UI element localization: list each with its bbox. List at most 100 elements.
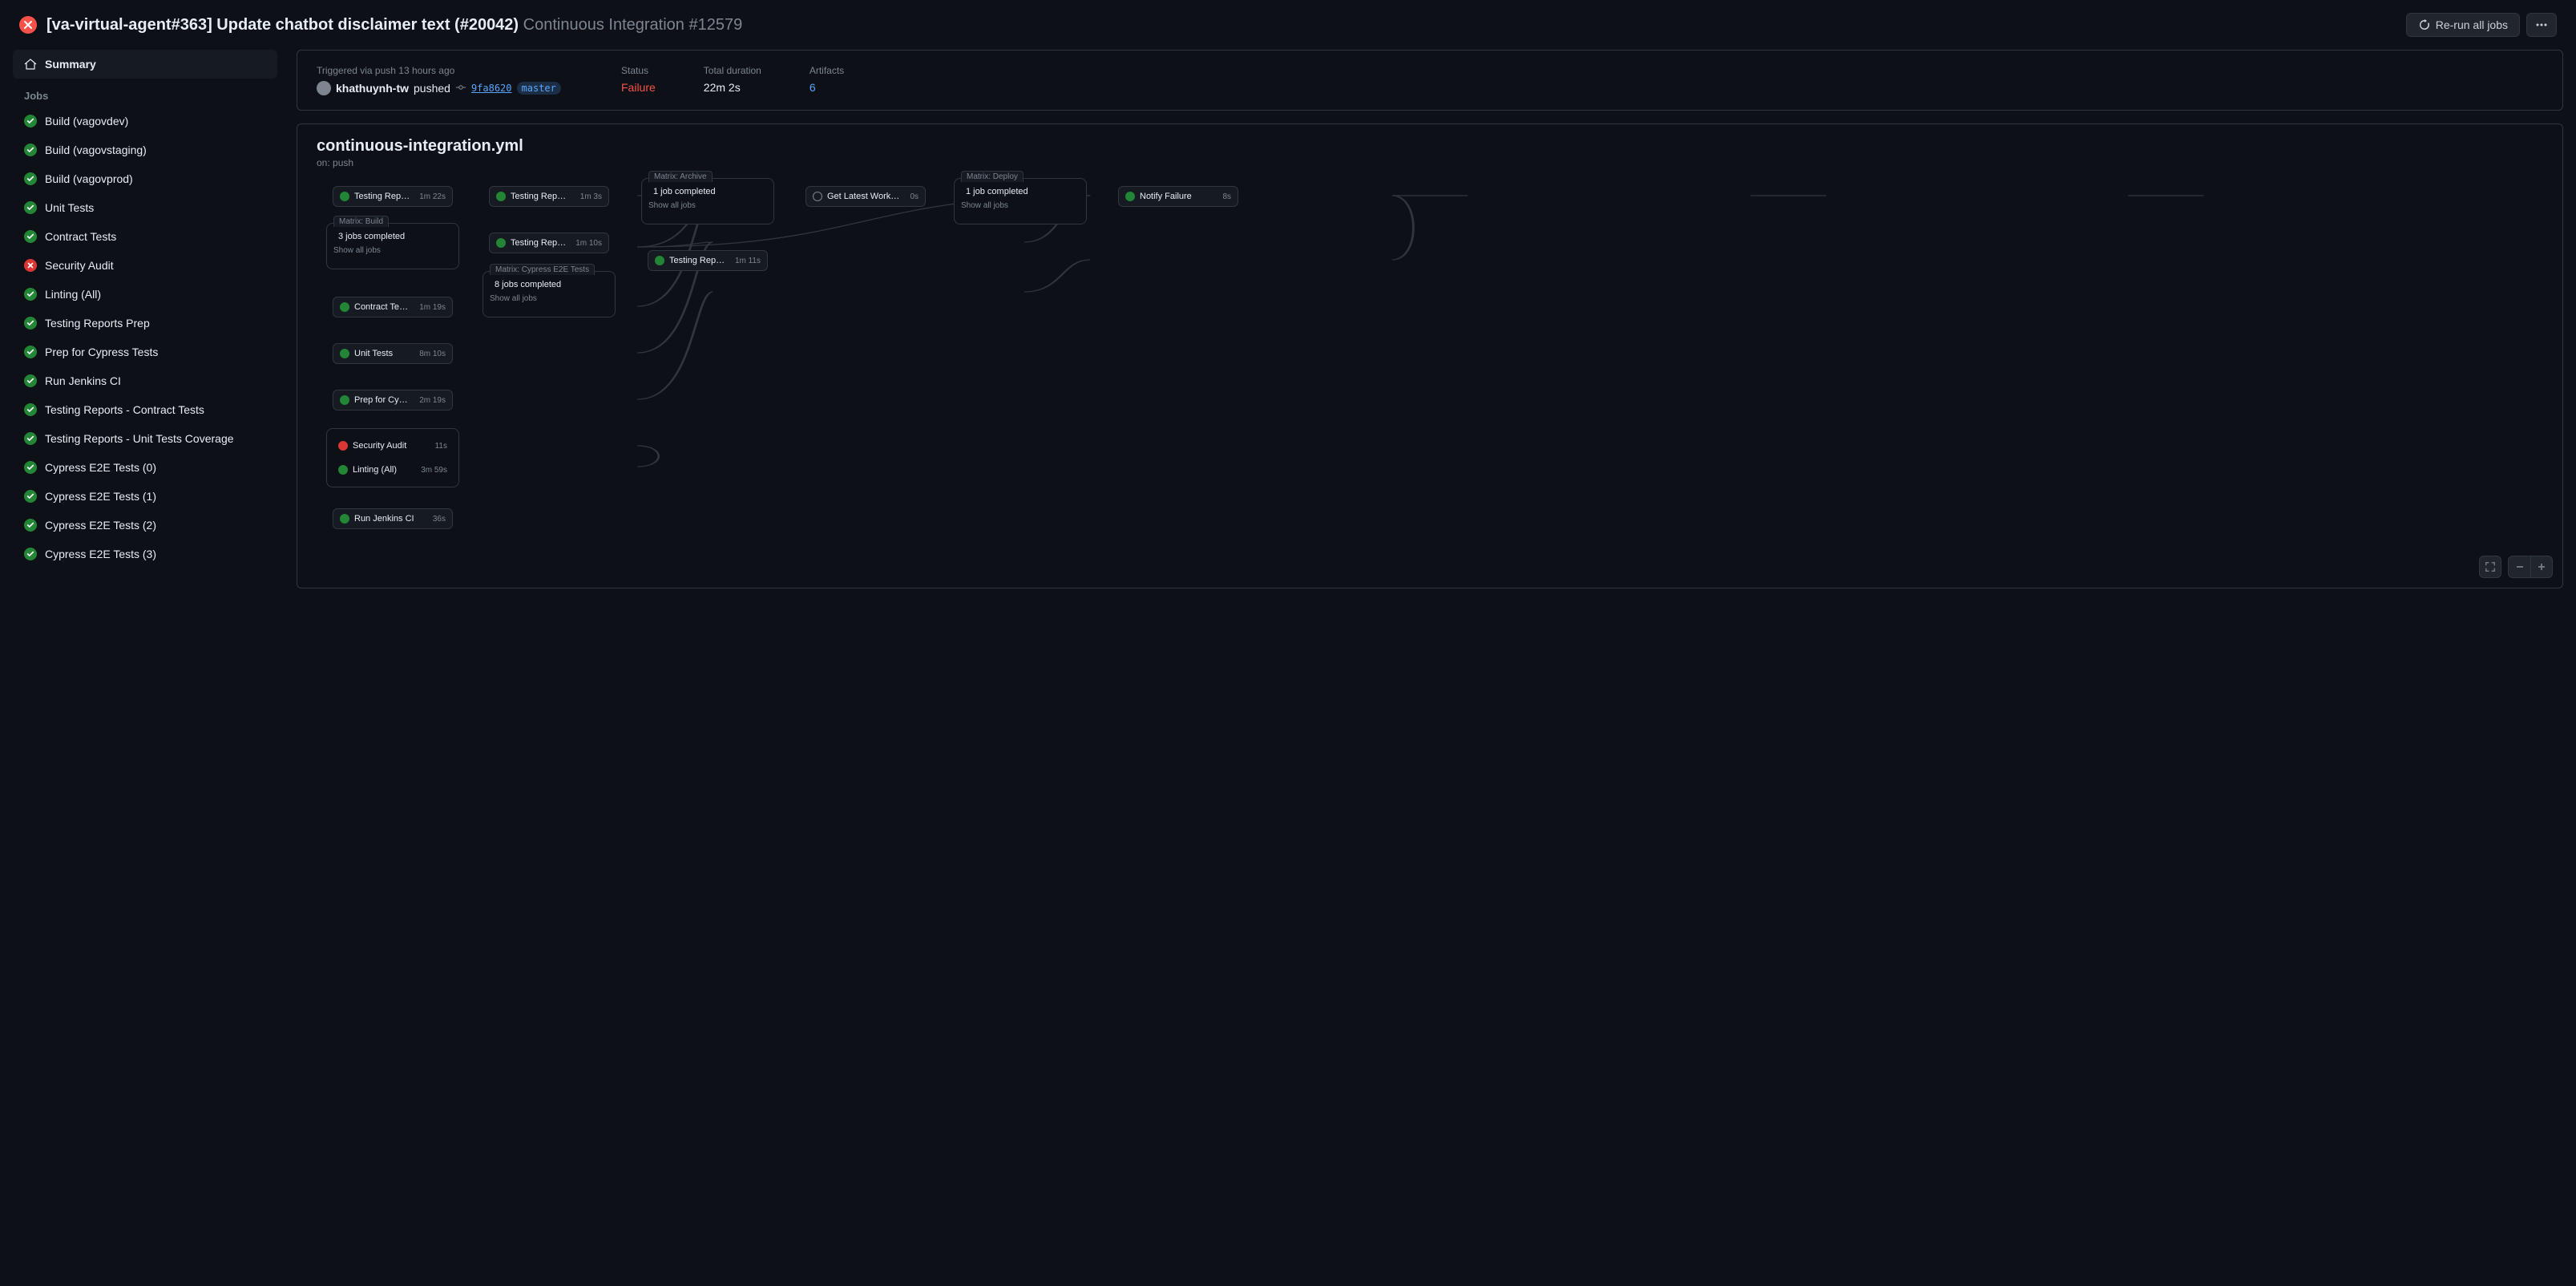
matrix-archive-group[interactable]: Matrix: Archive 1 job completed Show all…	[641, 178, 774, 224]
actor-link[interactable]: khathuynh-tw	[336, 82, 409, 95]
job-label: Prep for Cypress Tests	[45, 346, 158, 358]
sidebar-job-item[interactable]: Build (vagovstaging)	[13, 135, 277, 164]
job-label: Build (vagovstaging)	[45, 144, 147, 156]
duration-value: 22m 2s	[704, 81, 761, 94]
sidebar-job-item[interactable]: Build (vagovprod)	[13, 164, 277, 193]
node-security-audit[interactable]: Security Audit11s	[332, 435, 454, 456]
sidebar-job-item[interactable]: Unit Tests	[13, 193, 277, 222]
minus-icon	[2515, 562, 2525, 572]
rerun-all-button[interactable]: Re-run all jobs	[2406, 13, 2520, 37]
matrix-cypress-group[interactable]: Matrix: Cypress E2E Tests 8 jobs complet…	[482, 271, 616, 317]
sidebar-job-item[interactable]: Cypress E2E Tests (3)	[13, 540, 277, 568]
job-label: Contract Tests	[45, 230, 116, 243]
workflow-graph-panel: continuous-integration.yml on: push	[297, 123, 2563, 588]
job-label: Testing Reports Prep	[45, 317, 150, 330]
zoom-controls	[2479, 556, 2553, 578]
node-unit-tests[interactable]: Unit Tests8m 10s	[333, 343, 453, 364]
node-tr-unit[interactable]: Testing Reports - Unit …1m 10s	[489, 233, 609, 253]
node-notify-failure[interactable]: Notify Failure8s	[1118, 186, 1238, 207]
commit-icon	[455, 82, 466, 95]
job-status-icon	[24, 346, 37, 358]
sidebar-job-item[interactable]: Contract Tests	[13, 222, 277, 251]
workflow-trigger-sub: on: push	[317, 157, 2543, 168]
meta-panel: Triggered via push 13 hours ago khathuyn…	[297, 50, 2563, 111]
actor-avatar[interactable]	[317, 81, 331, 95]
node-testing-reports-prep[interactable]: Testing Reports Prep1m 22s	[333, 186, 453, 207]
zoom-in-button[interactable]	[2530, 556, 2553, 578]
sidebar-job-item[interactable]: Cypress E2E Tests (1)	[13, 482, 277, 511]
sidebar-summary[interactable]: Summary	[13, 50, 277, 79]
job-label: Cypress E2E Tests (3)	[45, 548, 156, 560]
node-security-linting-group: Security Audit11s Linting (All)3m 59s	[326, 428, 459, 487]
triggered-label: Triggered via push 13 hours ago	[317, 65, 573, 76]
more-actions-button[interactable]	[2526, 13, 2557, 37]
status-fail-icon	[19, 16, 37, 34]
duration-label: Total duration	[704, 65, 761, 76]
branch-tag[interactable]: master	[517, 82, 561, 95]
job-status-icon	[24, 548, 37, 560]
matrix-deploy-group[interactable]: Matrix: Deploy 1 job completed Show all …	[954, 178, 1087, 224]
sidebar-job-item[interactable]: Testing Reports - Unit Tests Coverage	[13, 424, 277, 453]
node-run-jenkins[interactable]: Run Jenkins CI36s	[333, 508, 453, 529]
sidebar-job-item[interactable]: Security Audit	[13, 251, 277, 280]
status-label: Status	[621, 65, 656, 76]
graph-edges	[317, 178, 2543, 571]
job-status-icon	[24, 172, 37, 185]
job-status-icon	[24, 432, 37, 445]
artifacts-link[interactable]: 6	[810, 81, 816, 94]
summary-icon	[24, 58, 37, 71]
job-status-icon	[24, 403, 37, 416]
job-label: Cypress E2E Tests (1)	[45, 490, 156, 503]
sidebar-job-item[interactable]: Cypress E2E Tests (2)	[13, 511, 277, 540]
sidebar: Summary Jobs Build (vagovdev) Build (vago…	[13, 50, 277, 588]
job-status-icon	[24, 201, 37, 214]
job-label: Build (vagovdev)	[45, 115, 128, 127]
artifacts-label: Artifacts	[810, 65, 844, 76]
job-status-icon	[24, 288, 37, 301]
workflow-title: [va-virtual-agent#363] Update chatbot di…	[46, 16, 742, 34]
node-contract-tests[interactable]: Contract Tests1m 19s	[333, 297, 453, 317]
job-status-icon	[24, 490, 37, 503]
node-prep-cypress[interactable]: Prep for Cypress Tests2m 19s	[333, 390, 453, 410]
job-label: Cypress E2E Tests (2)	[45, 519, 156, 532]
sidebar-job-item[interactable]: Testing Reports - Contract Tests	[13, 395, 277, 424]
job-label: Security Audit	[45, 259, 114, 272]
sidebar-jobs-header: Jobs	[13, 79, 277, 107]
job-status-icon	[24, 374, 37, 387]
zoom-out-button[interactable]	[2508, 556, 2530, 578]
sync-icon	[2418, 18, 2431, 31]
sidebar-job-item[interactable]: Build (vagovdev)	[13, 107, 277, 135]
job-label: Build (vagovprod)	[45, 172, 133, 185]
status-value: Failure	[621, 81, 656, 94]
workflow-graph[interactable]: Testing Reports Prep1m 22s Matrix: Build…	[317, 178, 2543, 571]
sidebar-job-item[interactable]: Prep for Cypress Tests	[13, 338, 277, 366]
matrix-build-group[interactable]: Matrix: Build 3 jobs completed Show all …	[326, 223, 459, 269]
node-get-latest[interactable]: Get Latest Workflow Run N…0s	[806, 186, 926, 207]
job-label: Cypress E2E Tests (0)	[45, 461, 156, 474]
fullscreen-button[interactable]	[2479, 556, 2501, 578]
node-linting[interactable]: Linting (All)3m 59s	[332, 459, 454, 480]
sidebar-job-item[interactable]: Run Jenkins CI	[13, 366, 277, 395]
job-label: Testing Reports - Unit Tests Coverage	[45, 432, 234, 445]
job-status-icon	[24, 461, 37, 474]
sidebar-job-item[interactable]: Testing Reports Prep	[13, 309, 277, 338]
fullscreen-icon	[2485, 561, 2496, 572]
node-tr-cypress[interactable]: Testing Reports - Cypr…1m 11s	[648, 250, 768, 271]
sidebar-job-item[interactable]: Linting (All)	[13, 280, 277, 309]
plus-icon	[2537, 562, 2546, 572]
node-tr-contract[interactable]: Testing Reports - Contr…1m 3s	[489, 186, 609, 207]
job-status-icon	[24, 230, 37, 243]
workflow-file-title[interactable]: continuous-integration.yml	[317, 137, 2543, 156]
job-label: Run Jenkins CI	[45, 374, 121, 387]
job-status-icon	[24, 259, 37, 272]
sidebar-job-item[interactable]: Cypress E2E Tests (0)	[13, 453, 277, 482]
job-status-icon	[24, 144, 37, 156]
job-label: Testing Reports - Contract Tests	[45, 403, 204, 416]
job-status-icon	[24, 317, 37, 330]
commit-sha-link[interactable]: 9fa8620	[471, 83, 512, 94]
workflow-header: [va-virtual-agent#363] Update chatbot di…	[0, 0, 2576, 50]
job-label: Unit Tests	[45, 201, 94, 214]
job-status-icon	[24, 519, 37, 532]
job-status-icon	[24, 115, 37, 127]
job-label: Linting (All)	[45, 288, 101, 301]
